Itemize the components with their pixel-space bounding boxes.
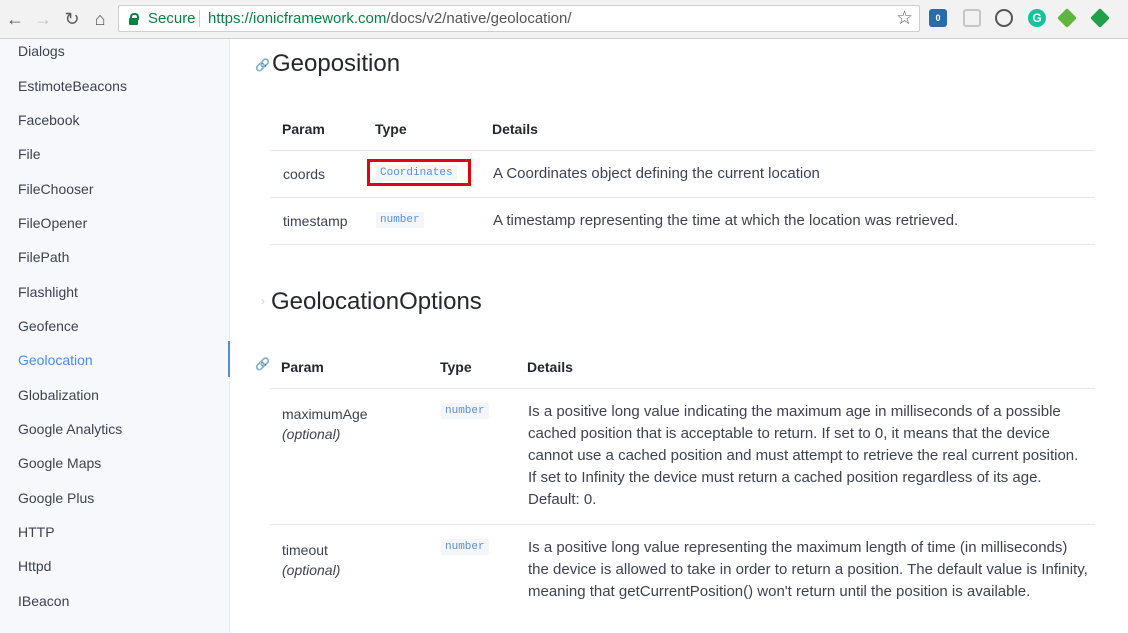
table-divider xyxy=(270,524,1095,525)
url-text[interactable]: https://ionicframework.com/docs/v2/nativ… xyxy=(208,10,572,27)
url-path: /docs/v2/native/geolocation/ xyxy=(386,10,572,27)
sidebar-item-google-plus[interactable]: Google Plus xyxy=(18,490,94,506)
docs-sidebar: Dialogs EstimoteBeacons Facebook File Fi… xyxy=(0,39,230,633)
home-icon[interactable]: ⌂ xyxy=(89,8,111,30)
browser-toolbar: ← → ↻ ⌂ Secure https://ionicframework.co… xyxy=(0,0,1128,39)
table-header-type: Type xyxy=(440,359,472,375)
sidebar-item-filepath[interactable]: FilePath xyxy=(18,249,69,265)
section-title-geolocationoptions: GeolocationOptions xyxy=(271,288,482,315)
sidebar-item-geofence[interactable]: Geofence xyxy=(18,318,79,334)
type-number: number xyxy=(376,212,424,228)
table-divider xyxy=(270,150,1095,151)
table-divider xyxy=(270,244,1095,245)
table-header-param: Param xyxy=(281,359,324,375)
table-header-details: Details xyxy=(492,121,538,137)
sidebar-item-flashlight[interactable]: Flashlight xyxy=(18,284,78,300)
anchor-link-icon[interactable]: 🔗 xyxy=(255,58,270,72)
extension-icon-2[interactable] xyxy=(963,9,981,27)
param-maximumage: maximumAge (optional) xyxy=(282,404,368,444)
table-divider xyxy=(270,197,1095,198)
section-title-geoposition: Geoposition xyxy=(272,50,401,77)
url-host: https://ionicframework.com xyxy=(208,10,387,27)
sidebar-item-dialogs[interactable]: Dialogs xyxy=(18,43,65,59)
address-separator xyxy=(199,10,200,27)
sidebar-item-google-maps[interactable]: Google Maps xyxy=(18,455,101,471)
details-timeout: Is a positive long value representing th… xyxy=(528,539,1088,600)
table-header-type: Type xyxy=(375,121,407,137)
type-number: number xyxy=(441,403,489,419)
table-header-param: Param xyxy=(282,121,325,137)
param-name: maximumAge xyxy=(282,406,368,422)
secure-label: Secure xyxy=(148,10,196,27)
optional-label: (optional) xyxy=(282,562,341,578)
extension-icon-5[interactable] xyxy=(1057,8,1077,28)
sidebar-item-filechooser[interactable]: FileChooser xyxy=(18,181,93,197)
extension-icon-1[interactable]: 0 xyxy=(929,9,947,27)
table-divider xyxy=(270,388,1095,389)
optional-label: (optional) xyxy=(282,426,341,442)
sidebar-item-google-analytics[interactable]: Google Analytics xyxy=(18,421,122,437)
back-arrow-icon[interactable]: ← xyxy=(4,8,26,30)
sidebar-item-estimotebeacons[interactable]: EstimoteBeacons xyxy=(18,78,127,94)
sidebar-item-facebook[interactable]: Facebook xyxy=(18,112,79,128)
details-coords: A Coordinates object defining the curren… xyxy=(493,165,820,182)
grammarly-extension-icon[interactable]: G xyxy=(1028,9,1046,27)
bookmark-star-icon[interactable]: ☆ xyxy=(896,7,913,30)
details-maximumage: Is a positive long value indicating the … xyxy=(528,403,1079,508)
param-coords: coords xyxy=(283,166,326,182)
highlight-box xyxy=(367,159,471,186)
type-number: number xyxy=(441,539,489,555)
sidebar-item-httpd[interactable]: Httpd xyxy=(18,558,51,574)
extension-icon-6[interactable] xyxy=(1090,8,1110,28)
table-header-details: Details xyxy=(527,359,573,375)
sidebar-active-indicator xyxy=(228,341,230,377)
reload-icon[interactable]: ↻ xyxy=(61,8,83,30)
sidebar-item-fileopener[interactable]: FileOpener xyxy=(18,215,87,231)
chevron-right-icon[interactable]: › xyxy=(261,294,265,308)
forward-arrow-icon[interactable]: → xyxy=(32,8,54,30)
param-timeout: timeout (optional) xyxy=(282,540,340,580)
sidebar-item-ibeacon[interactable]: IBeacon xyxy=(18,593,69,609)
extension-icon-3[interactable] xyxy=(995,9,1013,27)
param-timestamp: timestamp xyxy=(283,213,348,229)
lock-icon xyxy=(129,13,139,25)
details-timestamp: A timestamp representing the time at whi… xyxy=(493,212,959,229)
sidebar-item-file[interactable]: File xyxy=(18,146,41,162)
address-bar[interactable]: Secure https://ionicframework.com/docs/v… xyxy=(118,5,920,32)
param-name: timeout xyxy=(282,542,328,558)
sidebar-item-geolocation[interactable]: Geolocation xyxy=(18,352,93,368)
anchor-link-icon[interactable]: 🔗 xyxy=(255,357,270,371)
sidebar-item-http[interactable]: HTTP xyxy=(18,524,55,540)
sidebar-item-globalization[interactable]: Globalization xyxy=(18,387,99,403)
